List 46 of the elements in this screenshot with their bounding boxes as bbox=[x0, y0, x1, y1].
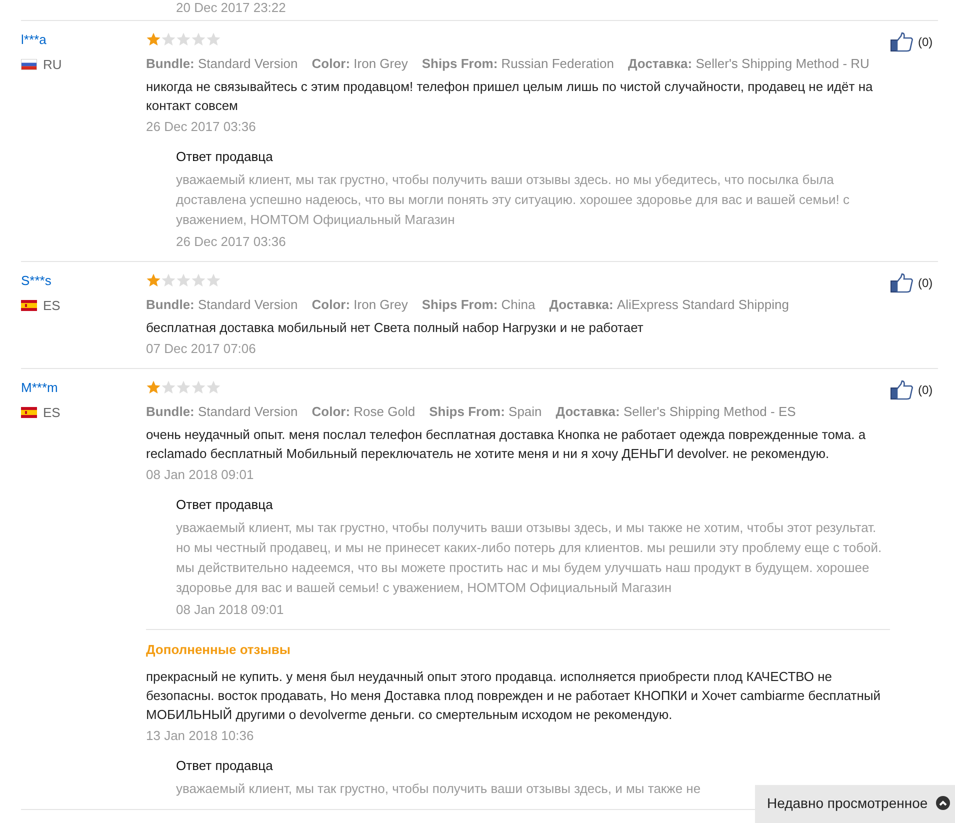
review-text: бесплатная доставка мобильный нет Света полный набор Нагрузки и не работает bbox=[146, 319, 644, 337]
review-text: прекрасный не купить. у меня был неудачный опыт этого продавца. исполняется приобрести плод КАЧЕСТВО не безопасны. восток продавать, Но меня Доставка плод поврежден и не работает КНОПКИ и Хочет cambiarme бесплатный МОБИЛЬНЫЙ другими о devolverme деньги. со смертельным исходом не рекомендую. bbox=[146, 668, 882, 724]
like-count: (0) bbox=[918, 35, 933, 49]
reply-text: уважаемый клиент, мы так грустно, чтобы получить ваши отзывы здесь, и мы также не bbox=[176, 780, 702, 798]
thumbs-up-icon[interactable] bbox=[890, 380, 914, 400]
like-count: (0) bbox=[918, 383, 933, 397]
reply-text: уважаемый клиент, мы так грустно, чтобы получить ваши отзывы здесь. но мы убедитесь, что посылка была доставлена успешно надеюсь, что вы могли понять эту ситуацию. хорошее здоровье для вас и вашей семьи! с уважением, HOMTOM Официальный Магазин bbox=[176, 171, 850, 229]
review-date: 26 Dec 2017 03:36 bbox=[146, 118, 257, 136]
country-code: RU bbox=[43, 57, 62, 72]
recently-viewed-button[interactable]: Недавно просмотренное bbox=[755, 785, 955, 823]
product-attribute: Доставка: AliExpress Standard Shipping bbox=[549, 297, 789, 312]
reply-title: Ответ продавца bbox=[176, 148, 274, 166]
reply-date: 26 Dec 2017 03:36 bbox=[176, 233, 287, 251]
product-attribute: Ships From: Spain bbox=[429, 404, 542, 419]
product-attribute: Color: Rose Gold bbox=[312, 404, 416, 419]
product-attribute: Доставка: Seller's Shipping Method - RU bbox=[628, 56, 870, 71]
review-date: 08 Jan 2018 09:01 bbox=[146, 466, 255, 484]
product-attribute: Bundle: Standard Version bbox=[146, 297, 298, 312]
review-text: очень неудачный опыт. меня послал телефон бесплатная доставка Кнопка не работает одежда поврежденные тома. а reclamado бесплатный Мобильный переключатель не хотите меня и ни я хочу ДЕНЬГИ devolver. не рекомендую. bbox=[146, 426, 867, 463]
user-link[interactable]: l***a bbox=[21, 32, 46, 47]
review-date: 07 Dec 2017 07:06 bbox=[146, 340, 257, 358]
product-attribute: Color: Iron Grey bbox=[312, 297, 408, 312]
product-attribute: Color: Iron Grey bbox=[312, 56, 408, 71]
flag-icon bbox=[21, 59, 37, 70]
reply-text: уважаемый клиент, мы так грустно, чтобы получить ваши отзывы здесь, и мы также не хотим, чтобы этот результат. но мы честный продавец, и мы не принесет каких-либо потерь для клиентов. мы решили эту проблему еще с тобой. мы действительно надеемся, что вы можете простить нас и мы будем улучшать наш продукт в будущем. хорошее здоровье для вас и вашей семьи! с уважением, HOMTOM Официальный Магазин bbox=[176, 519, 883, 597]
product-attribute: Ships From: Russian Federation bbox=[422, 56, 614, 71]
product-attribute: Bundle: Standard Version bbox=[146, 404, 298, 419]
thumbs-up-icon[interactable] bbox=[890, 273, 914, 293]
reply-date: 08 Jan 2018 09:01 bbox=[176, 601, 285, 619]
product-attribute: Ships From: China bbox=[422, 297, 536, 312]
review-date: 13 Jan 2018 10:36 bbox=[146, 727, 255, 745]
reply-title: Ответ продавца bbox=[176, 496, 274, 514]
product-attribute: Bundle: Standard Version bbox=[146, 56, 298, 71]
country-code: ES bbox=[43, 405, 60, 420]
user-link[interactable]: S***s bbox=[21, 273, 52, 288]
product-attribute: Доставка: Seller's Shipping Method - ES bbox=[556, 404, 796, 419]
reply-title: Ответ продавца bbox=[176, 757, 274, 775]
flag-icon bbox=[21, 300, 37, 311]
thumbs-up-icon[interactable] bbox=[890, 32, 914, 52]
user-link[interactable]: M***m bbox=[21, 380, 58, 395]
additional-review-title: Дополненные отзывы bbox=[146, 642, 292, 657]
review-date: 20 Dec 2017 23:22 bbox=[21, 0, 938, 21]
like-count: (0) bbox=[918, 276, 933, 290]
review-text: никогда не связывайтесь с этим продавцом! телефон пришел целым лишь по чистой случайности, продавец не идёт на контакт совсем bbox=[146, 78, 874, 115]
flag-icon bbox=[21, 407, 37, 418]
country-code: ES bbox=[43, 298, 60, 313]
